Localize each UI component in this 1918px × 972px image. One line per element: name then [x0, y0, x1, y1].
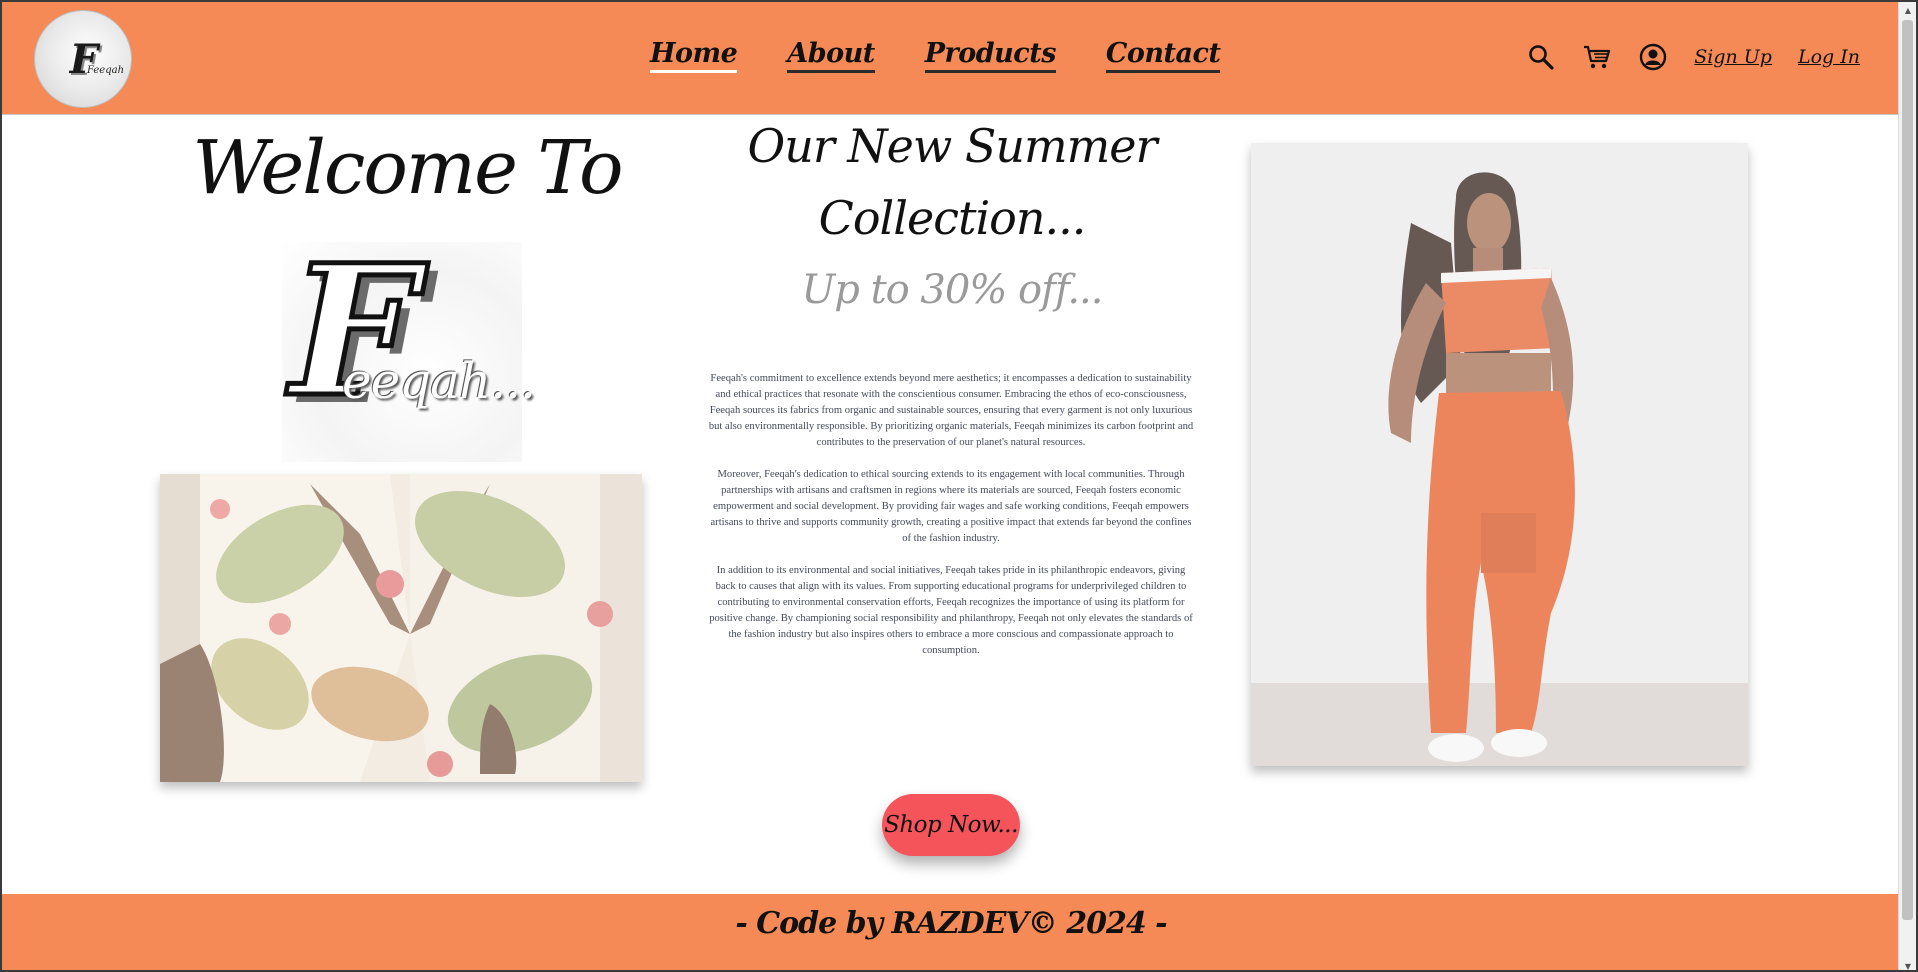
welcome-heading: Welcome To — [192, 125, 623, 211]
brand-name: eeqah... — [342, 352, 536, 410]
search-icon[interactable] — [1526, 42, 1556, 72]
collection-title: Our New Summer Collection... — [747, 119, 1157, 245]
model-photo — [1251, 143, 1748, 766]
description-paragraph: Moreover, Feeqah's dedication to ethical… — [710, 469, 1192, 544]
description-paragraph: Feeqah's commitment to excellence extend… — [708, 373, 1194, 448]
nav-home[interactable]: Home — [650, 38, 738, 73]
description: Feeqah's commitment to excellence extend… — [706, 371, 1196, 675]
footer-credit: - Code by RAZDEV© 2024 - — [735, 905, 1167, 941]
user-icon[interactable] — [1638, 42, 1668, 72]
nav-about[interactable]: About — [787, 38, 875, 73]
log-in-link[interactable]: Log In — [1798, 46, 1860, 68]
scroll-up-icon[interactable]: ▲ — [1899, 2, 1916, 18]
site-header: F Feeqah Home About Products Contact Sig… — [2, 2, 1900, 115]
main-nav: Home About Products Contact — [650, 38, 1221, 73]
scroll-down-icon[interactable]: ▼ — [1899, 958, 1916, 971]
shop-now-button[interactable]: Shop Now... — [882, 794, 1020, 856]
site-footer: - Code by RAZDEV© 2024 - — [2, 894, 1900, 970]
logo[interactable]: F Feeqah — [34, 10, 132, 108]
scrollbar-thumb[interactable] — [1902, 20, 1913, 920]
tropical-shirt-photo — [160, 474, 642, 782]
nav-contact[interactable]: Contact — [1105, 38, 1221, 73]
vertical-scrollbar[interactable]: ▲ ▼ — [1898, 2, 1916, 971]
brand-logo-large: F eeqah... — [282, 229, 536, 462]
page: F Feeqah Home About Products Contact Sig… — [0, 0, 1918, 972]
nav-products[interactable]: Products — [924, 38, 1056, 73]
header-actions: Sign Up Log In — [1526, 42, 1860, 72]
logo-text: Feeqah — [87, 65, 125, 76]
discount-text: Up to 30% off... — [801, 267, 1104, 313]
sign-up-link[interactable]: Sign Up — [1694, 46, 1772, 68]
description-paragraph: In addition to its environmental and soc… — [709, 565, 1193, 656]
cart-icon[interactable] — [1582, 42, 1612, 72]
